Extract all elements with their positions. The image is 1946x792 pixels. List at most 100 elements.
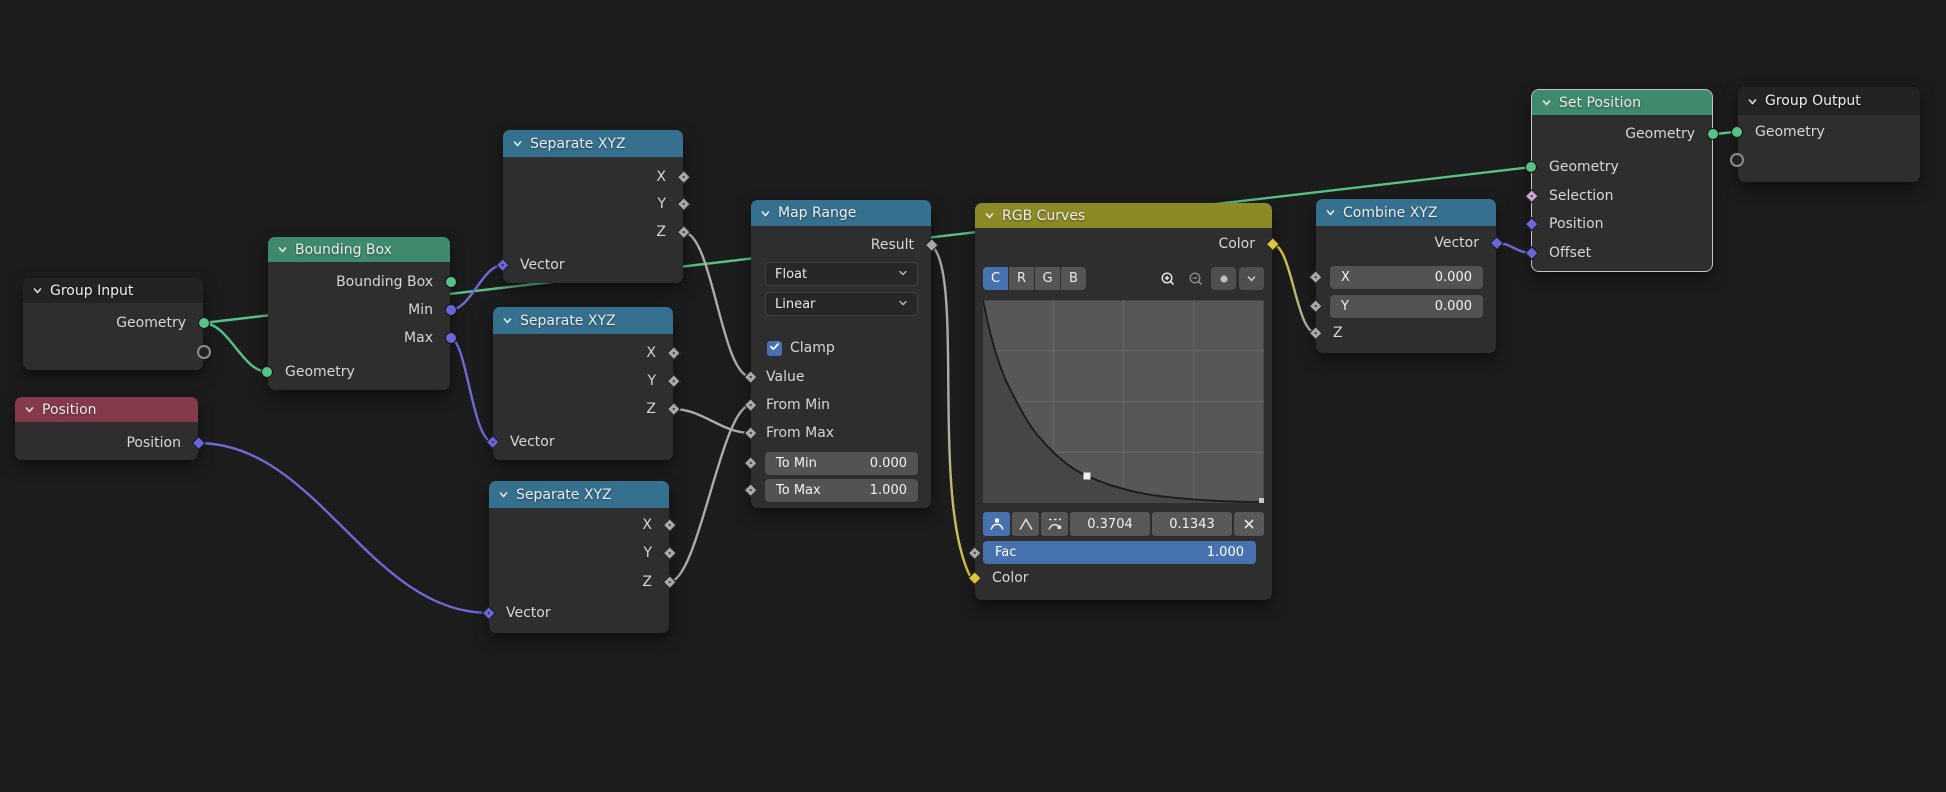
socket-row: Vector	[489, 599, 669, 627]
socket-label: Position	[1549, 216, 1604, 232]
socket-label: Geometry	[1549, 159, 1619, 175]
node-map-range[interactable]: Map Range Result Float Linear Clamp Valu…	[751, 200, 931, 508]
socket-row: Y	[503, 190, 683, 218]
node-header-separate-xyz[interactable]: Separate XYZ	[503, 130, 683, 157]
socket-virtual-output[interactable]	[197, 345, 211, 359]
x-field[interactable]: X 0.000	[1330, 266, 1483, 289]
node-separate-xyz-1[interactable]: Separate XYZ X Y Z Vector	[503, 130, 683, 283]
clamp-label: Clamp	[790, 340, 835, 356]
clipping-options-button[interactable]	[1211, 267, 1236, 290]
node-title: Bounding Box	[295, 242, 392, 258]
fac-slider[interactable]: Fac 1.000	[983, 541, 1256, 564]
socket-row: Vector	[1316, 229, 1496, 257]
socket-row: Vector	[503, 251, 683, 279]
socket-label: Position	[126, 435, 181, 451]
channel-c-button[interactable]: C	[983, 267, 1008, 290]
socket-geometry-output[interactable]	[198, 317, 210, 329]
node-set-position[interactable]: Set Position Geometry Geometry Selection…	[1532, 90, 1712, 271]
node-header-separate-xyz[interactable]: Separate XYZ	[493, 307, 673, 334]
fac-value: 1.000	[1207, 545, 1244, 560]
y-field[interactable]: Y 0.000	[1330, 295, 1483, 318]
node-header-group-input[interactable]: Group Input	[23, 278, 203, 303]
socket-row: Y	[489, 539, 669, 567]
node-group-input[interactable]: Group Input Geometry	[23, 278, 203, 370]
socket-row: Position	[15, 429, 198, 457]
node-header-set-position[interactable]: Set Position	[1532, 90, 1712, 115]
curve-editor[interactable]	[983, 300, 1264, 507]
node-header-map-range[interactable]: Map Range	[751, 200, 931, 226]
socket-row: Bounding Box	[268, 268, 450, 296]
point-y-field[interactable]: 0.1343	[1152, 512, 1232, 536]
socket-row: Offset	[1532, 239, 1712, 267]
channel-b-button[interactable]: B	[1061, 267, 1086, 290]
socket-label: Y	[643, 545, 652, 561]
handle-auto-button[interactable]	[983, 512, 1010, 536]
to-max-value: 1.000	[870, 483, 907, 498]
socket-row: Geometry	[268, 358, 450, 386]
node-title: Group Output	[1765, 93, 1861, 109]
channel-g-button[interactable]: G	[1035, 267, 1060, 290]
socket-label: Z	[642, 574, 652, 590]
node-header-combine-xyz[interactable]: Combine XYZ	[1316, 199, 1496, 226]
socket-max-output[interactable]	[445, 332, 457, 344]
clamp-checkbox[interactable]	[767, 341, 782, 356]
socket-label: Y	[657, 196, 666, 212]
socket-geometry-input[interactable]	[1731, 126, 1743, 138]
socket-geometry-input[interactable]	[261, 366, 273, 378]
checkmark-icon	[769, 340, 780, 356]
socket-row: Max	[268, 324, 450, 352]
wire-max-separatexyz2	[450, 338, 493, 442]
socket-label: Geometry	[285, 364, 355, 380]
interpolation-dropdown[interactable]: Linear	[765, 292, 918, 316]
socket-row: Geometry	[1532, 153, 1712, 181]
socket-label: Geometry	[1625, 126, 1695, 142]
to-min-field[interactable]: To Min 0.000	[765, 452, 918, 475]
y-value: 0.000	[1435, 299, 1472, 314]
data-type-dropdown[interactable]: Float	[765, 262, 918, 286]
socket-row: Y	[493, 367, 673, 395]
wire-color-combinez	[1272, 244, 1316, 333]
socket-boundingbox-output[interactable]	[445, 276, 457, 288]
wire-position-separatexyz3	[198, 443, 489, 613]
socket-geometry-output[interactable]	[1707, 128, 1719, 140]
socket-label: Result	[871, 237, 914, 253]
collapse-chevron-icon	[24, 404, 35, 415]
handle-auto-clamped-button[interactable]	[1041, 512, 1068, 536]
node-header-bounding-box[interactable]: Bounding Box	[268, 237, 450, 262]
socket-virtual-input[interactable]	[1730, 153, 1744, 167]
node-separate-xyz-2[interactable]: Separate XYZ X Y Z Vector	[493, 307, 673, 460]
node-header-separate-xyz[interactable]: Separate XYZ	[489, 481, 669, 508]
channel-r-button[interactable]: R	[1009, 267, 1034, 290]
wire-sep1z-value	[683, 232, 751, 377]
collapse-chevron-icon	[277, 244, 288, 255]
handle-auto-clamped-icon	[1047, 517, 1063, 531]
point-x-field[interactable]: 0.3704	[1070, 512, 1150, 536]
node-header-rgb-curves[interactable]: RGB Curves	[975, 203, 1272, 228]
socket-row: From Max	[751, 419, 931, 447]
socket-geometry-input[interactable]	[1525, 161, 1537, 173]
node-position[interactable]: Position Position	[15, 397, 198, 460]
curve-tools-dropdown[interactable]	[1239, 267, 1264, 290]
socket-label: X	[646, 345, 656, 361]
handle-vector-button[interactable]	[1012, 512, 1039, 536]
node-group-output[interactable]: Group Output Geometry	[1738, 87, 1920, 182]
node-rgb-curves[interactable]: RGB Curves Color C R G B	[975, 203, 1272, 600]
socket-label: Geometry	[116, 315, 186, 331]
node-editor-canvas[interactable]: Group Input Geometry Position Position B…	[0, 0, 1946, 792]
socket-row: Result	[751, 231, 931, 259]
fac-label: Fac	[995, 545, 1016, 560]
delete-point-button[interactable]	[1234, 512, 1264, 536]
socket-row: Z	[1316, 319, 1496, 347]
zoom-out-button[interactable]	[1183, 267, 1208, 290]
node-combine-xyz[interactable]: Combine XYZ Vector X 0.000 Y 0.000 Z	[1316, 199, 1496, 353]
node-header-position[interactable]: Position	[15, 397, 198, 422]
socket-min-output[interactable]	[445, 304, 457, 316]
to-max-field[interactable]: To Max 1.000	[765, 479, 918, 502]
x-label: X	[1341, 270, 1350, 285]
node-header-group-output[interactable]: Group Output	[1738, 87, 1920, 115]
node-bounding-box[interactable]: Bounding Box Bounding Box Min Max Geomet…	[268, 237, 450, 390]
zoom-in-button[interactable]	[1155, 267, 1180, 290]
node-title: Combine XYZ	[1343, 205, 1437, 221]
node-separate-xyz-3[interactable]: Separate XYZ X Y Z Vector	[489, 481, 669, 633]
collapse-chevron-icon	[498, 489, 509, 500]
